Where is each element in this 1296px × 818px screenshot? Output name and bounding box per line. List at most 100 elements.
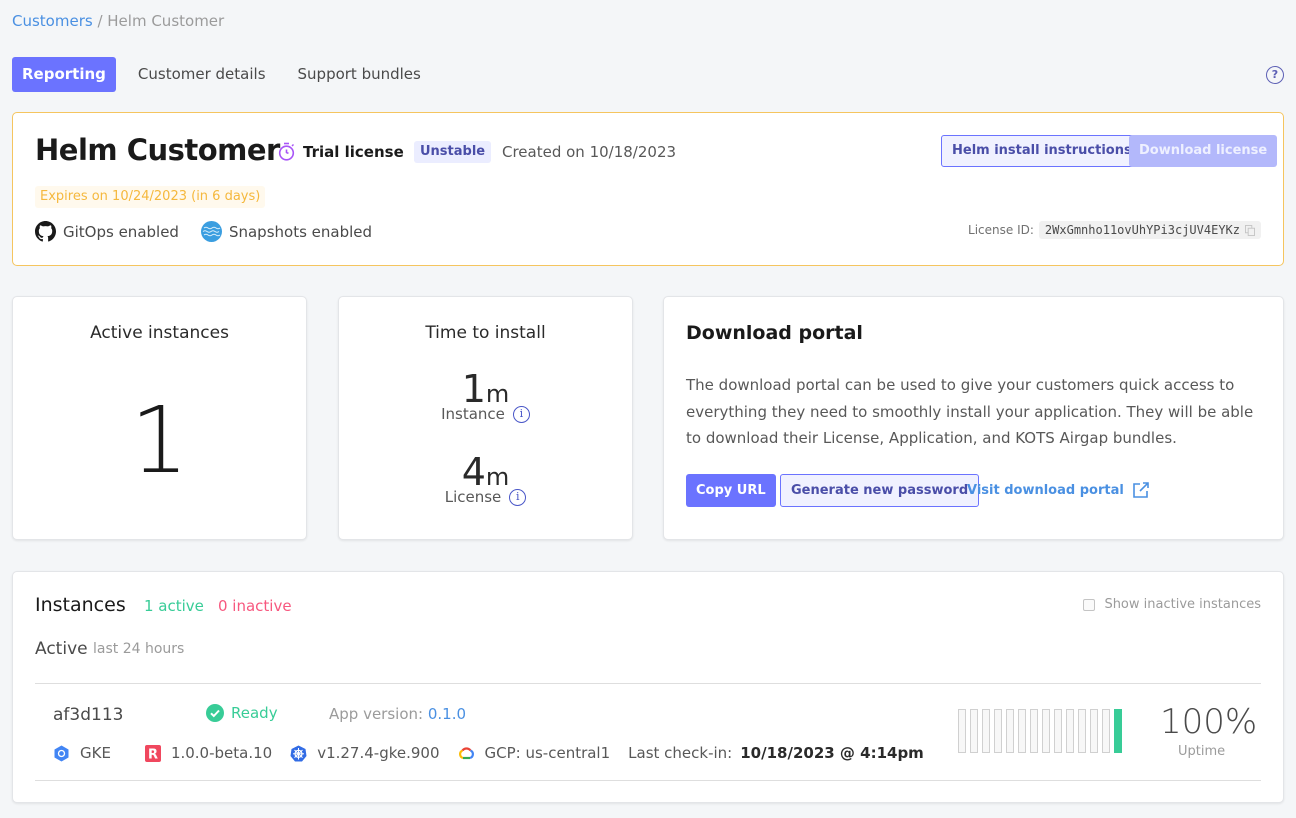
breadcrumb-customers-link[interactable]: Customers bbox=[12, 12, 93, 30]
license-type-label: Trial license bbox=[303, 142, 404, 161]
last-checkin-label: Last check-in: bbox=[628, 744, 733, 762]
time-to-install-title: Time to install bbox=[425, 323, 546, 343]
show-inactive-checkbox[interactable] bbox=[1083, 598, 1096, 611]
k8s-version-label: v1.27.4-gke.900 bbox=[317, 744, 440, 762]
instance-id[interactable]: af3d113 bbox=[53, 705, 123, 725]
customer-name: Helm Customer bbox=[35, 133, 280, 167]
uptime-bar-empty bbox=[1018, 709, 1026, 753]
instances-title: Instances bbox=[35, 594, 126, 616]
license-id-text: 2WxGmnho11ovUhYPi3cjUV4EYKz bbox=[1044, 223, 1240, 237]
kubernetes-icon bbox=[290, 745, 307, 761]
instance-time-label: Instance bbox=[441, 405, 505, 423]
instances-card: Instances 1 active 0 inactive Show inact… bbox=[12, 571, 1284, 803]
replicated-icon: R bbox=[144, 744, 161, 762]
help-circle-icon[interactable]: ? bbox=[1266, 66, 1284, 84]
last-checkin: Last check-in: 10/18/2023 @ 4:14pm bbox=[628, 744, 924, 762]
copy-icon[interactable] bbox=[1245, 224, 1255, 236]
tab-bar: Reporting Customer details Support bundl… bbox=[12, 57, 443, 92]
visit-download-portal-label: Visit download portal bbox=[967, 482, 1124, 498]
tab-reporting[interactable]: Reporting bbox=[12, 57, 116, 92]
instance-status: Ready bbox=[206, 704, 278, 722]
copy-url-button[interactable]: Copy URL bbox=[686, 474, 776, 507]
generate-new-password-button[interactable]: Generate new password bbox=[780, 474, 980, 507]
snapshots-icon bbox=[200, 221, 222, 242]
show-inactive-toggle[interactable]: Show inactive instances bbox=[1083, 597, 1261, 612]
uptime-value: 100% bbox=[1160, 702, 1258, 742]
uptime-bar-empty bbox=[1102, 709, 1110, 753]
license-type: Trial license bbox=[278, 142, 404, 161]
channel-badge: Unstable bbox=[414, 141, 492, 163]
tab-support-bundles[interactable]: Support bundles bbox=[288, 57, 431, 92]
feature-snapshots-label: Snapshots enabled bbox=[228, 222, 373, 241]
download-portal-title: Download portal bbox=[686, 322, 863, 344]
distribution: GKE bbox=[53, 744, 111, 762]
k8s-version: v1.27.4-gke.900 bbox=[290, 744, 440, 762]
last-checkin-value: 10/18/2023 @ 4:14pm bbox=[740, 744, 924, 762]
uptime-bar-empty bbox=[970, 709, 978, 753]
license-id-value[interactable]: 2WxGmnho11ovUhYPi3cjUV4EYKz bbox=[1038, 221, 1261, 239]
instance-meta: GKE R 1.0.0-beta.10 v1.27.4-gke.900 GCP:… bbox=[53, 744, 942, 762]
license-time-unit: m bbox=[485, 463, 510, 491]
instance-install-time: 1m Instance i bbox=[339, 367, 632, 423]
uptime-bar-empty bbox=[982, 709, 990, 753]
helm-install-instructions-button[interactable]: Helm install instructions bbox=[941, 135, 1143, 167]
app-version-value[interactable]: 0.1.0 bbox=[428, 705, 466, 723]
download-license-button[interactable]: Download license bbox=[1129, 135, 1278, 167]
license-time-label: License bbox=[444, 488, 502, 506]
info-icon[interactable]: i bbox=[512, 405, 530, 423]
svg-text:R: R bbox=[148, 747, 158, 762]
tab-customer-details[interactable]: Customer details bbox=[128, 57, 276, 92]
uptime-bar-empty bbox=[1030, 709, 1038, 753]
uptime-bar-empty bbox=[1054, 709, 1062, 753]
active-instances-count: 1 bbox=[130, 387, 189, 494]
license-summary-card: Helm Customer Trial license Unstable Cre… bbox=[12, 112, 1284, 266]
uptime-bar-empty bbox=[1066, 709, 1074, 753]
feature-gitops: GitOps enabled bbox=[35, 221, 179, 242]
app-version: App version: 0.1.0 bbox=[329, 705, 466, 723]
inactive-count: 0 inactive bbox=[218, 597, 292, 615]
feature-snapshots: Snapshots enabled bbox=[200, 221, 373, 242]
replicated-version: R 1.0.0-beta.10 bbox=[144, 744, 273, 762]
uptime-bar-empty bbox=[1042, 709, 1050, 753]
license-install-time: 4m License i bbox=[339, 450, 632, 506]
active-instances-card: Active instances 1 bbox=[12, 296, 307, 540]
github-icon bbox=[35, 221, 56, 242]
cloud-region-label: GCP: us-central1 bbox=[484, 744, 611, 762]
active-count: 1 active bbox=[144, 597, 204, 615]
download-portal-card: Download portal The download portal can … bbox=[663, 296, 1284, 540]
license-id-label: License ID: bbox=[968, 223, 1034, 237]
created-date: Created on 10/18/2023 bbox=[502, 143, 677, 161]
uptime-bar-empty bbox=[1078, 709, 1086, 753]
active-section-label: Active bbox=[35, 639, 88, 659]
uptime-label: Uptime bbox=[1178, 744, 1226, 759]
divider bbox=[35, 780, 1261, 781]
gke-icon bbox=[54, 745, 69, 761]
cloud-region: GCP: us-central1 bbox=[458, 744, 611, 762]
uptime-bar-empty bbox=[1090, 709, 1098, 753]
info-icon[interactable]: i bbox=[509, 488, 527, 506]
uptime-bar-empty bbox=[958, 709, 966, 753]
show-inactive-label: Show inactive instances bbox=[1104, 597, 1261, 612]
feature-gitops-label: GitOps enabled bbox=[63, 222, 179, 241]
time-to-install-card: Time to install 1m Instance i 4m License i bbox=[338, 296, 633, 540]
app-version-label: App version: bbox=[329, 705, 424, 723]
distribution-label: GKE bbox=[80, 744, 111, 762]
google-cloud-icon bbox=[458, 747, 474, 760]
external-link-icon bbox=[1133, 482, 1149, 498]
check-circle-icon bbox=[206, 704, 224, 722]
download-portal-description: The download portal can be used to give … bbox=[686, 376, 1254, 447]
breadcrumb-separator: / bbox=[92, 12, 108, 30]
license-id-field: License ID: 2WxGmnho11ovUhYPi3cjUV4EYKz bbox=[968, 221, 1261, 239]
stopwatch-icon bbox=[278, 142, 295, 161]
visit-download-portal-link[interactable]: Visit download portal bbox=[967, 481, 1150, 499]
uptime-bar-chart bbox=[958, 709, 1122, 753]
active-instances-title: Active instances bbox=[90, 323, 229, 343]
expiry-badge: Expires on 10/24/2023 (in 6 days) bbox=[35, 186, 266, 208]
active-section-timeframe: last 24 hours bbox=[93, 641, 185, 657]
breadcrumb-current: Helm Customer bbox=[107, 12, 225, 30]
replicated-version-label: 1.0.0-beta.10 bbox=[170, 744, 273, 762]
instance-time-unit: m bbox=[485, 380, 510, 408]
instance-status-label: Ready bbox=[231, 704, 278, 722]
breadcrumb: Customers / Helm Customer bbox=[12, 12, 224, 30]
uptime-bar-empty bbox=[994, 709, 1002, 753]
